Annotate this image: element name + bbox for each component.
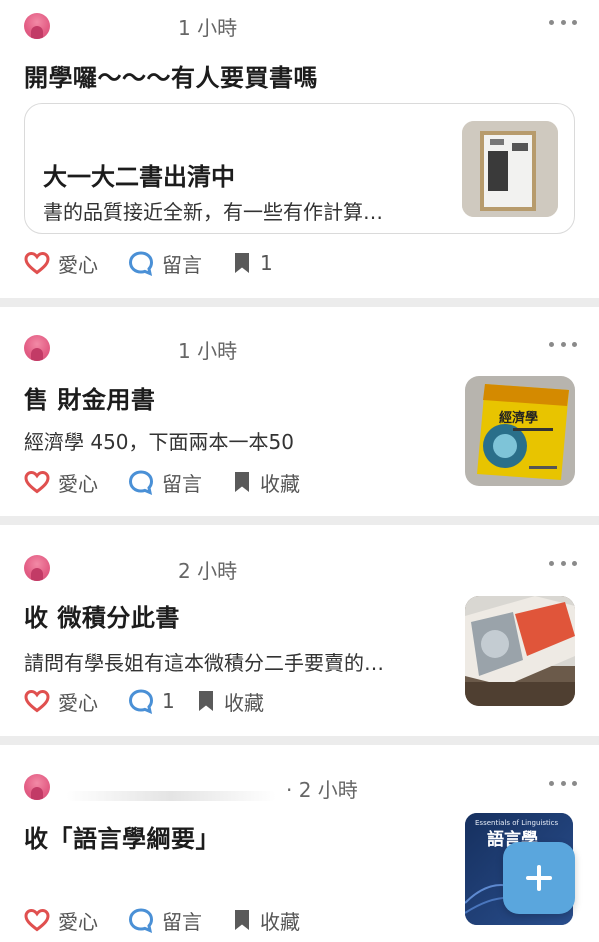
- post-actions: 愛心 留言 1: [24, 249, 444, 277]
- post-actions: 愛心 留言 收藏: [24, 468, 444, 496]
- heart-outline-icon: [24, 470, 50, 494]
- like-label: 愛心: [58, 471, 98, 496]
- save-button[interactable]: 收藏: [232, 468, 300, 496]
- post-actions: 愛心 留言 收藏: [24, 906, 444, 934]
- comment-count: 1: [162, 689, 175, 713]
- comment-label: 留言: [162, 252, 202, 277]
- bookmark-icon: [235, 472, 249, 492]
- post-actions: 愛心 1 收藏: [24, 687, 444, 715]
- comment-bubble-icon: [128, 908, 154, 933]
- plus-icon: [526, 865, 552, 891]
- post-title: 開學囉～～～有人要買書嗎: [24, 64, 318, 92]
- linked-post-thumbnail: [462, 121, 558, 217]
- like-label: 愛心: [58, 909, 98, 934]
- avatar[interactable]: [24, 555, 50, 581]
- post-title: 收「語言學綱要」: [24, 825, 220, 853]
- post-title: 收 微積分此書: [24, 604, 180, 632]
- heart-outline-icon: [24, 908, 50, 932]
- heart-outline-icon: [24, 689, 50, 713]
- author-name-blurred: [66, 791, 276, 801]
- save-label: 1: [260, 251, 273, 275]
- post-time: · 2 小時: [286, 778, 358, 802]
- bookmark-icon: [199, 691, 213, 711]
- comment-button[interactable]: 留言: [128, 249, 202, 277]
- post-time: 2 小時: [178, 559, 238, 583]
- like-button[interactable]: 愛心: [24, 249, 98, 277]
- comment-button[interactable]: 留言: [128, 906, 202, 934]
- post-thumbnail: [465, 596, 575, 706]
- post-card[interactable]: 2 小時 收 微積分此書 請問有學長姐有這本微積分二手要賣的… 愛心 1 收藏: [0, 525, 599, 736]
- avatar[interactable]: [24, 774, 50, 800]
- comment-label: 留言: [162, 471, 202, 496]
- post-excerpt: 經濟學 450，下面兩本一本50: [24, 430, 294, 454]
- post-card[interactable]: 1 小時 開學囉～～～有人要買書嗎 大一大二書出清中 書的品質接近全新，有一些有…: [0, 0, 599, 298]
- ling-cover-subtitle: Essentials of Linguistics: [475, 819, 559, 827]
- linked-post-desc: 書的品質接近全新，有一些有作計算…: [43, 200, 383, 224]
- like-label: 愛心: [58, 252, 98, 277]
- avatar[interactable]: [24, 13, 50, 39]
- post-thumbnail: 經濟學: [465, 376, 575, 486]
- heart-outline-icon: [24, 251, 50, 275]
- post-excerpt: 請問有學長姐有這本微積分二手要賣的…: [24, 651, 384, 675]
- comment-bubble-icon: [128, 470, 154, 495]
- econ-cover-title: 經濟學: [499, 410, 538, 426]
- like-button[interactable]: 愛心: [24, 687, 98, 715]
- save-button[interactable]: 1: [232, 249, 273, 277]
- linked-post-card[interactable]: 大一大二書出清中 書的品質接近全新，有一些有作計算…: [24, 103, 575, 234]
- avatar[interactable]: [24, 335, 50, 361]
- post-title: 售 財金用書: [24, 386, 156, 414]
- more-options-icon[interactable]: [549, 18, 577, 26]
- like-button[interactable]: 愛心: [24, 468, 98, 496]
- post-card[interactable]: 1 小時 售 財金用書 經濟學 450，下面兩本一本50 經濟學 愛心 留言 收…: [0, 307, 599, 516]
- comment-bubble-icon: [128, 251, 154, 276]
- bookmark-icon: [235, 253, 249, 273]
- linked-post-title: 大一大二書出清中: [43, 163, 235, 191]
- save-label: 收藏: [224, 690, 264, 715]
- post-time: 1 小時: [178, 16, 238, 40]
- post-time: 1 小時: [178, 339, 238, 363]
- more-options-icon[interactable]: [549, 779, 577, 787]
- more-options-icon[interactable]: [549, 559, 577, 567]
- comment-label: 留言: [162, 909, 202, 934]
- save-button[interactable]: 收藏: [196, 687, 264, 715]
- save-label: 收藏: [260, 909, 300, 934]
- post-card[interactable]: · 2 小時 收「語言學綱要」 Essentials of Linguistic…: [0, 745, 599, 942]
- like-button[interactable]: 愛心: [24, 906, 98, 934]
- comment-button[interactable]: 留言: [128, 468, 202, 496]
- comment-bubble-icon: [128, 689, 154, 714]
- save-button[interactable]: 收藏: [232, 906, 300, 934]
- bookmark-icon: [235, 910, 249, 930]
- comment-button[interactable]: 1: [128, 687, 175, 715]
- save-label: 收藏: [260, 471, 300, 496]
- new-post-button[interactable]: [503, 842, 575, 914]
- more-options-icon[interactable]: [549, 340, 577, 348]
- like-label: 愛心: [58, 690, 98, 715]
